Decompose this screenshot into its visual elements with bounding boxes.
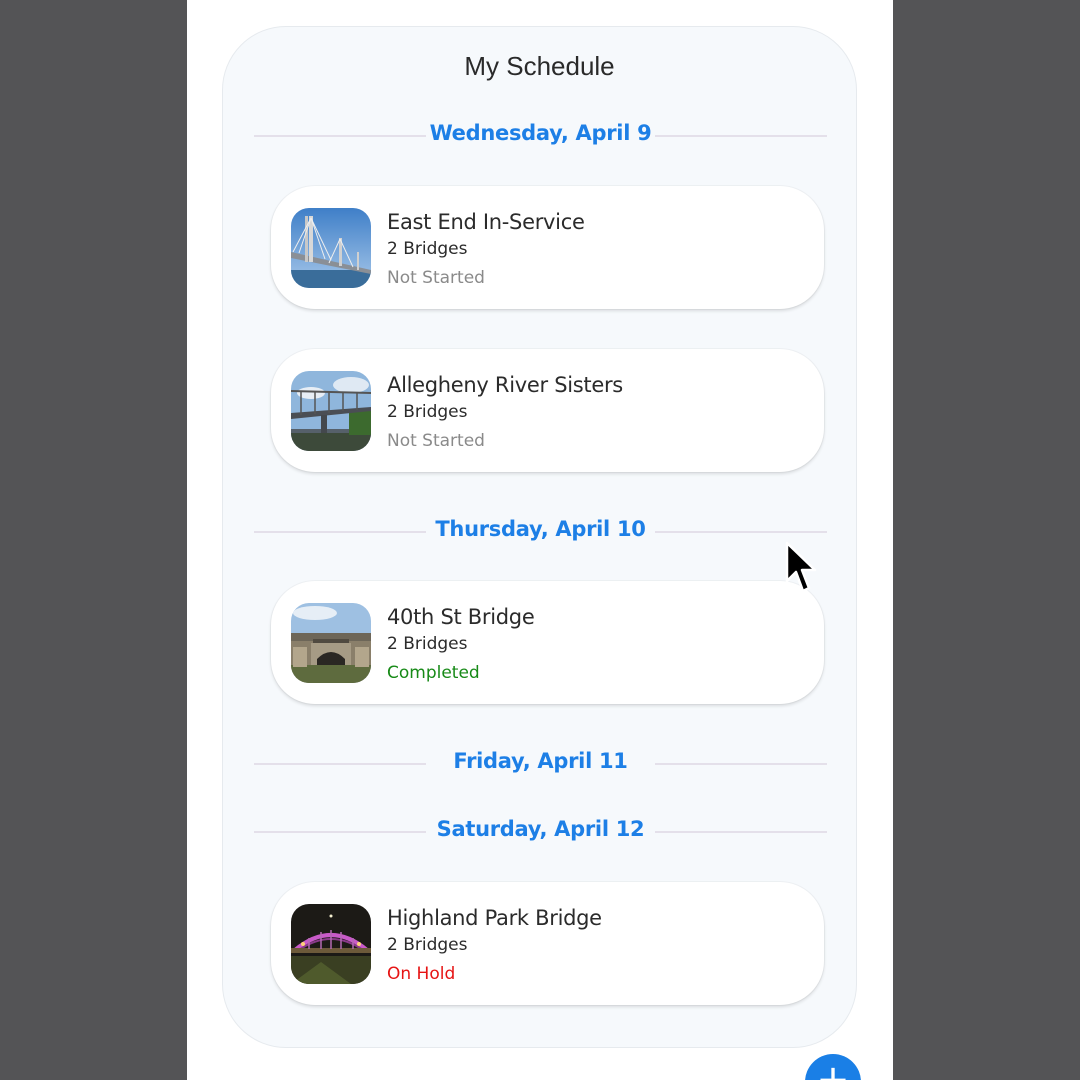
card-title: Highland Park Bridge bbox=[387, 906, 602, 930]
status-badge: Not Started bbox=[387, 268, 485, 288]
day-label: Friday, April 11 bbox=[453, 749, 628, 773]
card-title: 40th St Bridge bbox=[387, 605, 535, 629]
plus-icon: + bbox=[816, 1057, 850, 1080]
day-label: Saturday, April 12 bbox=[436, 817, 645, 841]
cable-stayed-bridge-photo bbox=[291, 208, 371, 288]
mouse-pointer-icon bbox=[785, 541, 821, 601]
day-label: Wednesday, April 9 bbox=[429, 121, 652, 145]
day-header-wednesday: Wednesday, April 9 bbox=[254, 121, 827, 151]
schedule-panel: My Schedule Wednesday, April 9 East End … bbox=[222, 26, 857, 1048]
add-button[interactable]: + bbox=[805, 1054, 861, 1080]
truss-bridge-photo bbox=[291, 371, 371, 451]
day-header-thursday: Thursday, April 10 bbox=[254, 517, 827, 547]
page-title: My Schedule bbox=[464, 51, 615, 81]
card-title: East End In-Service bbox=[387, 210, 585, 234]
card-subtitle: 2 Bridges bbox=[387, 239, 468, 259]
night-arch-bridge-photo bbox=[291, 904, 371, 984]
day-header-friday: Friday, April 11 bbox=[254, 749, 827, 779]
divider-line bbox=[655, 763, 827, 765]
status-badge: On Hold bbox=[387, 964, 456, 984]
divider-line bbox=[655, 531, 827, 533]
schedule-card-east-end[interactable]: East End In-Service 2 Bridges Not Starte… bbox=[271, 186, 824, 309]
app-viewport: My Schedule Wednesday, April 9 East End … bbox=[187, 0, 893, 1080]
status-badge: Completed bbox=[387, 663, 480, 683]
card-subtitle: 2 Bridges bbox=[387, 634, 468, 654]
day-header-saturday: Saturday, April 12 bbox=[254, 817, 827, 847]
schedule-card-allegheny[interactable]: Allegheny River Sisters 2 Bridges Not St… bbox=[271, 349, 824, 472]
divider-line bbox=[655, 135, 827, 137]
stone-arch-bridge-photo bbox=[291, 603, 371, 683]
divider-line bbox=[655, 831, 827, 833]
card-subtitle: 2 Bridges bbox=[387, 402, 468, 422]
schedule-card-40th-st[interactable]: 40th St Bridge 2 Bridges Completed bbox=[271, 581, 824, 704]
day-label: Thursday, April 10 bbox=[435, 517, 646, 541]
status-badge: Not Started bbox=[387, 431, 485, 451]
card-title: Allegheny River Sisters bbox=[387, 373, 623, 397]
schedule-card-highland-park[interactable]: Highland Park Bridge 2 Bridges On Hold bbox=[271, 882, 824, 1005]
card-subtitle: 2 Bridges bbox=[387, 935, 468, 955]
